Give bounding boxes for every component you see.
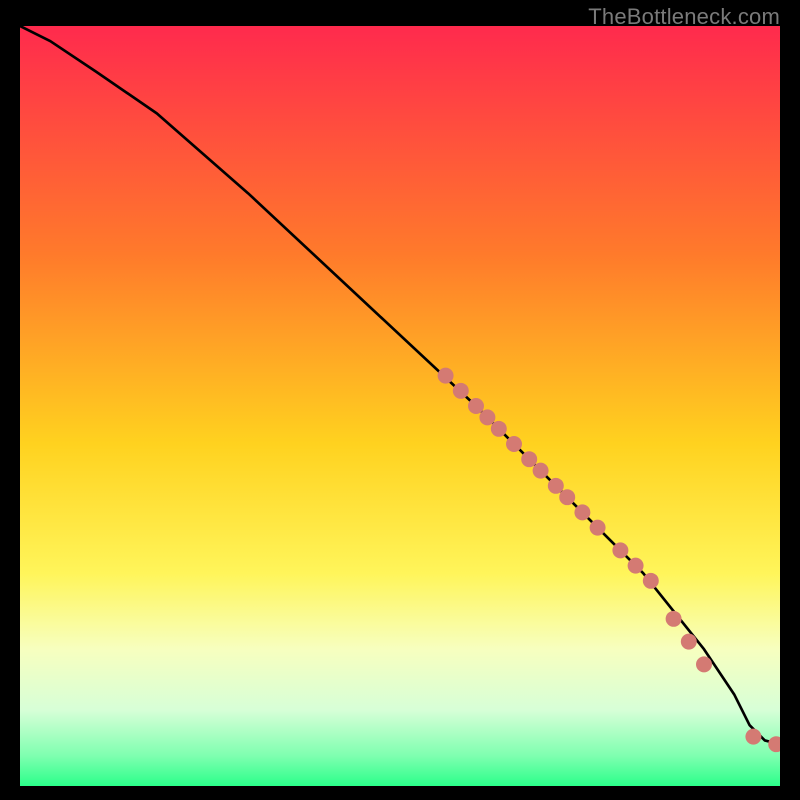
sample-point xyxy=(548,478,564,494)
sample-point xyxy=(491,421,507,437)
sample-point xyxy=(438,368,454,384)
sample-point xyxy=(574,504,590,520)
sample-point xyxy=(745,729,761,745)
sample-point xyxy=(643,573,659,589)
figure-container: TheBottleneck.com xyxy=(0,0,800,800)
sample-point xyxy=(453,383,469,399)
sample-point xyxy=(768,736,780,752)
plot-area xyxy=(20,26,780,786)
sample-point xyxy=(628,558,644,574)
bottleneck-curve-path xyxy=(20,26,780,744)
sample-point xyxy=(612,542,628,558)
sample-point xyxy=(479,409,495,425)
chart-svg xyxy=(20,26,780,786)
sample-point xyxy=(666,611,682,627)
sample-point xyxy=(533,463,549,479)
sample-point xyxy=(696,656,712,672)
sample-points-group xyxy=(438,368,780,753)
sample-point xyxy=(506,436,522,452)
sample-point xyxy=(681,634,697,650)
sample-point xyxy=(590,520,606,536)
sample-point xyxy=(468,398,484,414)
sample-point xyxy=(559,489,575,505)
sample-point xyxy=(521,451,537,467)
